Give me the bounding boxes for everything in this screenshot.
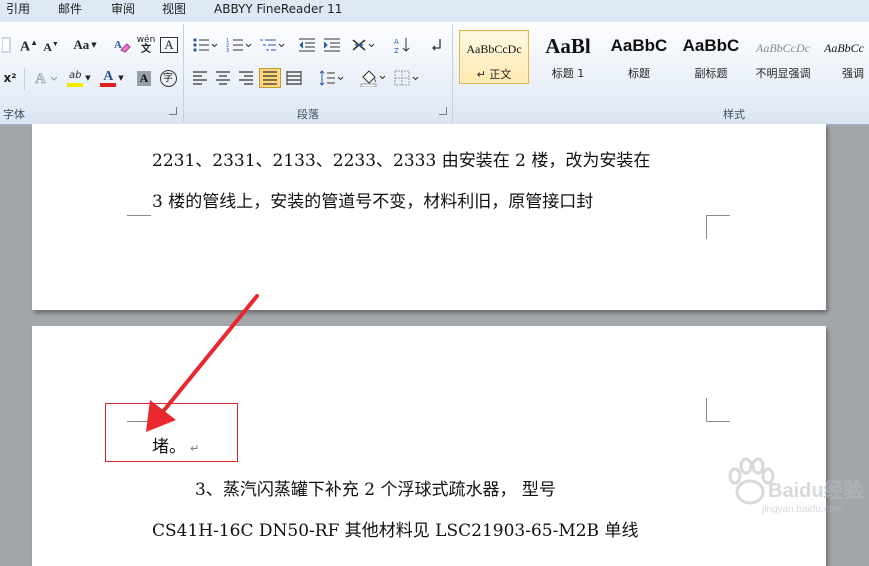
watermark-url: jingyan.baidu.com [762,504,843,515]
baidu-jingyan-watermark: Baidu经验 jingyan.baidu.com [722,452,864,532]
watermark-brand: Baidu经验 [768,480,864,502]
